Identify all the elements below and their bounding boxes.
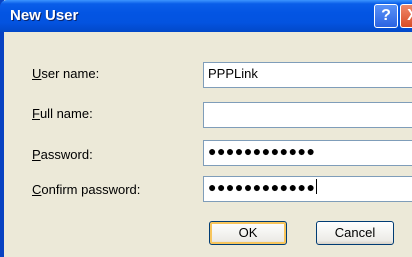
- close-button[interactable]: X: [400, 4, 412, 28]
- username-label: User name:: [32, 66, 100, 81]
- title-bar[interactable]: New User ? X: [0, 0, 412, 32]
- password-input[interactable]: ●●●●●●●●●●●●: [203, 140, 412, 166]
- help-icon: ?: [381, 7, 391, 24]
- confirm-password-value: ●●●●●●●●●●●●: [208, 179, 316, 195]
- username-input[interactable]: PPPLink: [203, 62, 412, 88]
- new-user-dialog: New User ? X User name: PPPLink Full nam…: [0, 0, 412, 257]
- confirm-password-input[interactable]: ●●●●●●●●●●●●: [203, 176, 412, 202]
- help-button[interactable]: ?: [374, 4, 398, 28]
- close-icon: X: [407, 7, 412, 24]
- window-title: New User: [10, 7, 79, 24]
- ok-button[interactable]: OK: [209, 221, 287, 245]
- text-caret: [316, 179, 318, 194]
- confirm-password-label: Confirm password:: [32, 182, 141, 197]
- fullname-label: Full name:: [32, 106, 93, 121]
- cancel-button[interactable]: Cancel: [316, 221, 394, 245]
- fullname-input[interactable]: [203, 102, 412, 128]
- password-label: Password:: [32, 147, 93, 162]
